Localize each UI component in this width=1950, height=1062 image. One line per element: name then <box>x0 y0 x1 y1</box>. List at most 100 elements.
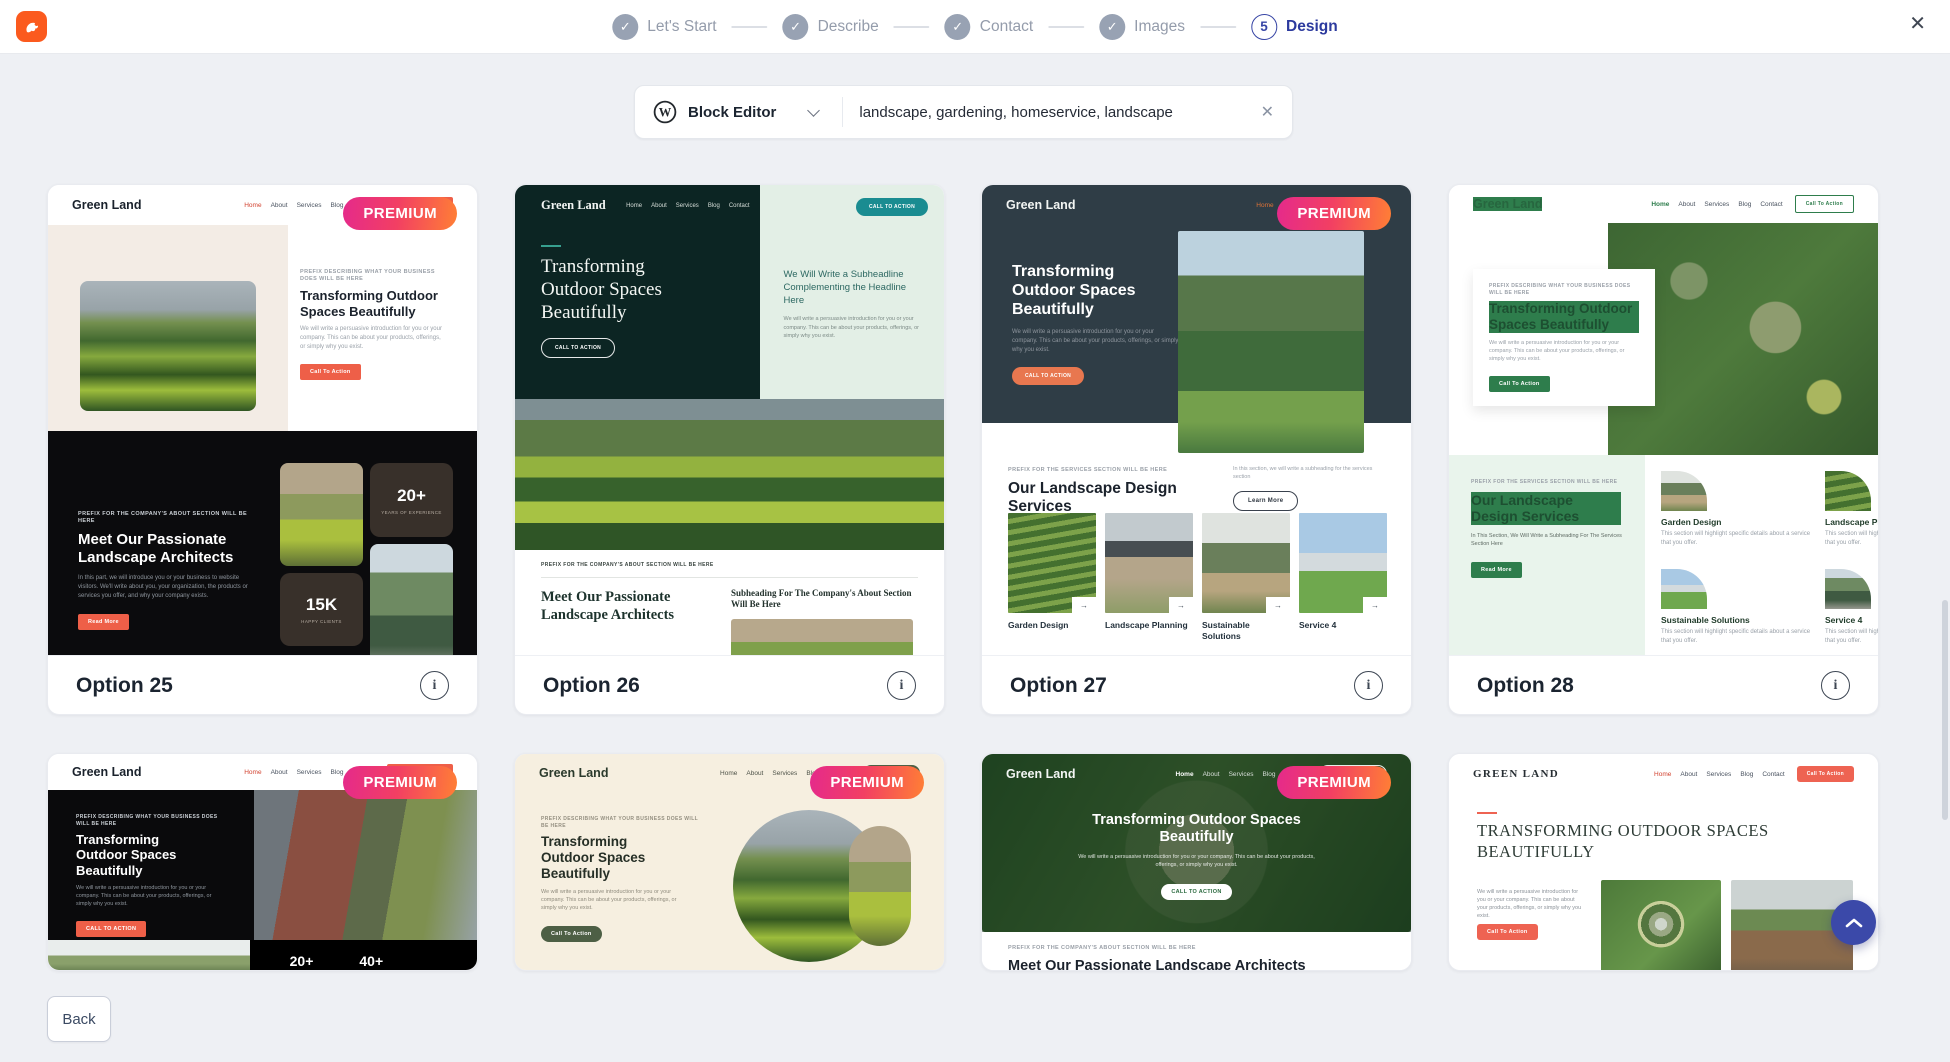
site-cta-button: CALL TO ACTION <box>856 198 928 216</box>
stat-value: 40+ <box>359 953 383 971</box>
service-desc: This section will highlight specific det… <box>1825 530 1878 548</box>
step-images[interactable]: ✓ Images <box>1099 14 1185 40</box>
nav-item: Home <box>1176 771 1194 778</box>
service-tiles: → Garden Design → Landscape Planning → S… <box>1008 513 1387 641</box>
nav-item: Contact <box>1760 201 1782 208</box>
hero-text: We will write a persuasive introduction … <box>1072 853 1322 870</box>
info-icon[interactable]: i <box>1821 671 1850 700</box>
builder-logo[interactable] <box>16 11 47 42</box>
scrollbar-thumb[interactable] <box>1942 600 1948 820</box>
arrow-icon: → <box>1266 597 1290 613</box>
service-photo <box>1661 471 1707 511</box>
nav-item: About <box>1680 771 1697 778</box>
nav-item: About <box>1203 771 1220 778</box>
service-item: Service 4 This section will highlight sp… <box>1825 569 1878 655</box>
about-heading: Meet Our Passionate Landscape Architects <box>1008 958 1385 971</box>
site-logo: GREEN LAND <box>1473 768 1559 780</box>
nav-item: Services <box>1229 771 1254 778</box>
service-desc: This section will highlight specific det… <box>1661 628 1811 646</box>
nav-item: Blog <box>1738 201 1751 208</box>
clear-search-icon[interactable]: ✕ <box>1261 102 1274 122</box>
search-input[interactable]: landscape, gardening, homeservice, lands… <box>859 104 1252 121</box>
template-preview-row2-1[interactable]: Green Land HomeAboutServicesBlogContact … <box>48 754 477 971</box>
hero-cta-button: Call To Action <box>300 364 361 380</box>
service-name: Garden Design <box>1008 620 1096 631</box>
template-preview-option-25[interactable]: Green Land HomeAboutServicesBlogContact … <box>48 185 477 655</box>
step-design[interactable]: 5 Design <box>1251 14 1338 40</box>
hero-heading: Transforming Outdoor Spaces Beautifully <box>541 834 681 882</box>
info-icon[interactable]: i <box>887 671 916 700</box>
stat-card-years: 20+ YEARS OF EXPERIENCE <box>370 463 453 537</box>
services-section: PREFIX FOR THE SERVICES SECTION WILL BE … <box>982 423 1411 655</box>
trees-photo <box>48 940 250 971</box>
template-preview-row2-4[interactable]: GREEN LAND HomeAboutServicesBlogContact … <box>1449 754 1878 971</box>
template-preview-row2-3[interactable]: Green Land HomeAboutServicesBlogContact … <box>982 754 1411 971</box>
plants-photo <box>280 463 363 566</box>
nav-item: Home <box>244 202 261 209</box>
hero-text: We will write a persuasive introduction … <box>784 315 922 340</box>
template-preview-option-27[interactable]: Green Land HomeAboutServicesBlogContact … <box>982 185 1411 655</box>
hero-text: We will write a persuasive introduction … <box>541 888 693 913</box>
design-option-card-row2-2: Green Land HomeAboutServicesBlogContact … <box>514 753 945 971</box>
stat-label: YEARS OF EXPERIENCE <box>381 510 442 515</box>
hero-heading: Transforming Outdoor Spaces Beautifully <box>76 832 211 878</box>
template-preview-option-26[interactable]: Green Land HomeAboutServicesBlogContact … <box>515 185 944 655</box>
learn-more-button: Learn More <box>1233 491 1298 511</box>
premium-badge: PREMIUM <box>1277 766 1391 799</box>
site-nav: HomeAboutServicesBlogContact <box>1651 201 1782 208</box>
step-describe[interactable]: ✓ Describe <box>783 14 879 40</box>
site-logo: Green Land <box>1006 767 1075 781</box>
accent-bar <box>1477 812 1497 814</box>
stat-value: 20+ <box>290 953 314 971</box>
template-preview-option-28[interactable]: Green Land HomeAboutServicesBlogContact … <box>1449 185 1878 655</box>
design-options-grid: Green Land HomeAboutServicesBlogContact … <box>47 184 1879 971</box>
accent-bar <box>541 245 561 247</box>
service-name: Landscape Planning <box>1825 517 1878 527</box>
template-preview-row2-2[interactable]: Green Land HomeAboutServicesBlogContact … <box>515 754 944 971</box>
hero-eyebrow: PREFIX DESCRIBING WHAT YOUR BUSINESS DOE… <box>76 814 228 827</box>
card-footer: Option 27 i <box>982 655 1411 715</box>
svg-text:W: W <box>659 105 672 119</box>
stat-value: 15K <box>306 595 337 615</box>
subheadline: We Will Write a Subheadline Complementin… <box>784 269 922 307</box>
template-search-bar: W Block Editor landscape, gardening, hom… <box>634 85 1293 139</box>
info-icon[interactable]: i <box>420 671 449 700</box>
site-logo: Green Land <box>1473 197 1542 211</box>
editor-select[interactable]: W Block Editor <box>653 100 842 124</box>
step-contact[interactable]: ✓ Contact <box>945 14 1033 40</box>
step-lets-start[interactable]: ✓ Let's Start <box>612 14 716 40</box>
nav-item: Home <box>1651 201 1669 208</box>
nav-item: Home <box>626 203 642 209</box>
service-photo <box>1825 569 1871 609</box>
about-text: In this part, we will introduce you or y… <box>78 574 250 601</box>
service-item: Sustainable Solutions This section will … <box>1661 569 1811 655</box>
services-eyebrow: PREFIX FOR THE SERVICES SECTION WILL BE … <box>1471 479 1623 486</box>
divider <box>541 577 918 578</box>
scroll-top-button[interactable] <box>1831 900 1876 945</box>
step-label: Let's Start <box>647 18 716 36</box>
nav-item: Home <box>244 769 261 776</box>
service-photo <box>1661 569 1707 609</box>
about-eyebrow: PREFIX FOR THE COMPANY'S ABOUT SECTION W… <box>541 562 918 569</box>
preview-site-header: Green Land HomeAboutServicesBlogContact … <box>1449 185 1878 223</box>
hero-cta-button: CALL TO ACTION <box>1012 367 1084 385</box>
service-name: Sustainable Solutions <box>1661 615 1811 625</box>
design-option-card-27: Green Land HomeAboutServicesBlogContact … <box>981 184 1412 715</box>
design-option-card-28: Green Land HomeAboutServicesBlogContact … <box>1448 184 1879 715</box>
hero-cta-button: CALL TO ACTION <box>76 921 146 937</box>
garden-photo <box>515 399 944 550</box>
service-photo: → <box>1202 513 1290 613</box>
wordpress-icon: W <box>653 100 677 124</box>
nav-item: Blog <box>708 203 720 209</box>
premium-badge: PREMIUM <box>1277 197 1391 230</box>
info-icon[interactable]: i <box>1354 671 1383 700</box>
premium-badge: PREMIUM <box>343 197 457 230</box>
nav-item: Services <box>1704 201 1729 208</box>
back-button[interactable]: Back <box>47 996 111 1042</box>
site-logo: Green Land <box>541 198 606 213</box>
design-option-card-26: Green Land HomeAboutServicesBlogContact … <box>514 184 945 715</box>
check-icon: ✓ <box>783 14 809 40</box>
step-label: Contact <box>980 18 1033 36</box>
close-icon[interactable]: ✕ <box>1909 14 1926 34</box>
nav-item: Home <box>1256 202 1273 209</box>
